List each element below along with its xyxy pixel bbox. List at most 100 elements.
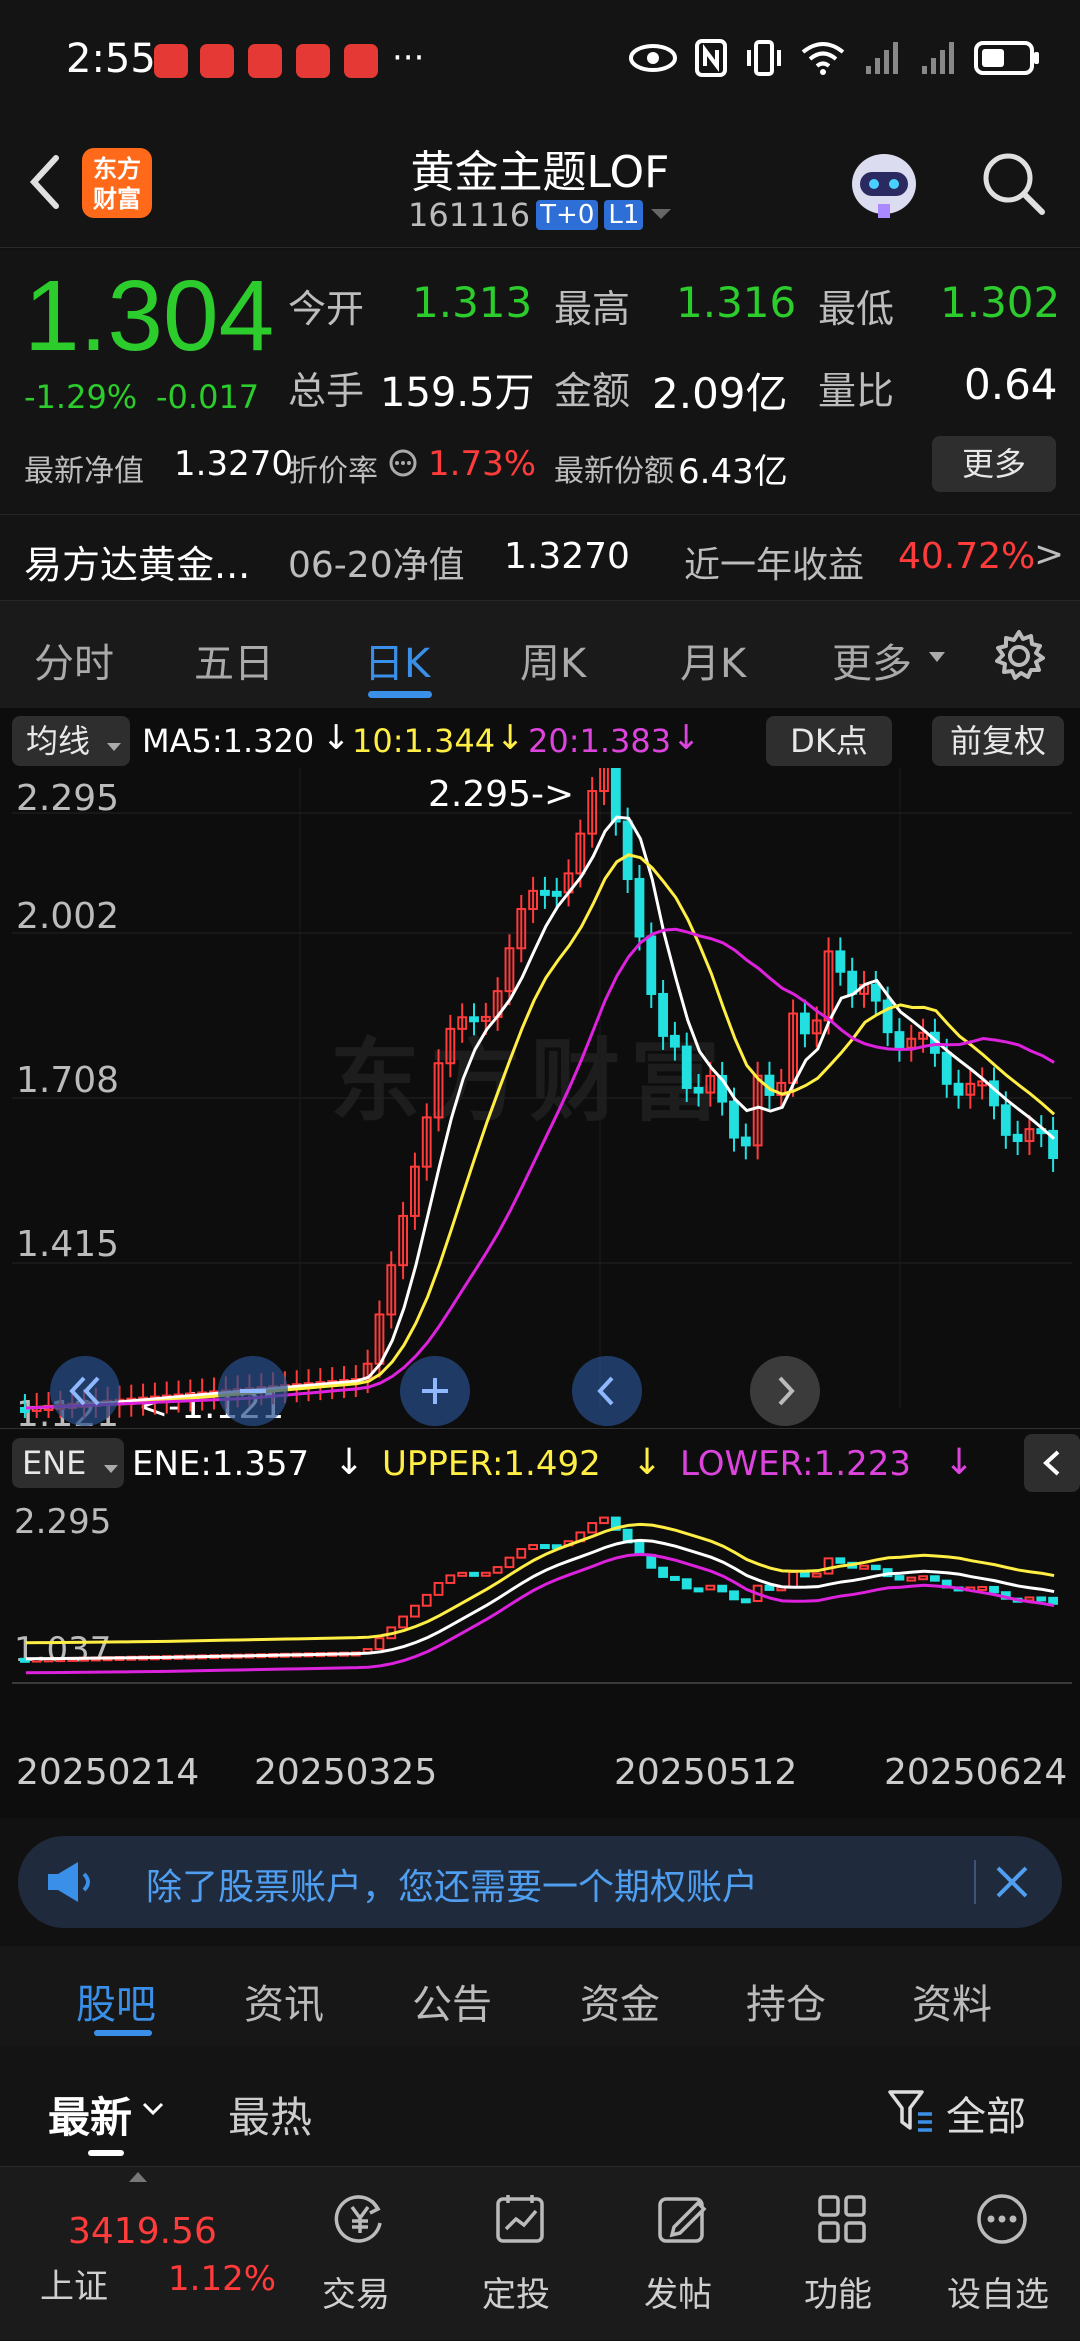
tab-daily-k[interactable]: 日K <box>364 631 430 689</box>
candle <box>622 820 633 881</box>
header: 东方 财富 黄金主题LOF 161116 T+0 L1 <box>0 120 1080 248</box>
tab-intraday[interactable]: 分时 <box>34 631 114 689</box>
notification-icon <box>154 44 188 78</box>
filter-icon[interactable] <box>886 2086 936 2136</box>
ene-candle <box>788 1571 799 1589</box>
kline-chart-area[interactable]: 均线 MA5:1.320 ↓ 10:1.344 ↓ 20:1.383 ↓ DK点… <box>0 708 1080 1818</box>
candle <box>882 999 893 1034</box>
high-value: 1.316 <box>676 278 797 327</box>
ene-chart[interactable] <box>0 1498 1080 1678</box>
sub-indicator-selector[interactable]: ENE <box>12 1438 124 1488</box>
indicator-selector[interactable]: 均线 <box>12 716 130 766</box>
nav-trade[interactable]: 交易 <box>276 2167 436 2341</box>
candle <box>681 1045 692 1089</box>
ene-candle <box>811 1572 822 1578</box>
scroll-left-fast-button[interactable] <box>50 1356 120 1426</box>
fund-row[interactable]: 易方达黄金... 06-20净值 1.3270 近一年收益 40.72% > <box>0 514 1080 600</box>
ene-candle <box>599 1516 609 1525</box>
active-tab-indicator <box>368 691 432 698</box>
nav-add-watchlist[interactable]: 设自选 <box>918 2167 1078 2341</box>
caret-down-icon <box>103 1465 118 1473</box>
x-axis-line <box>12 1682 1072 1684</box>
tab-monthly-k[interactable]: 月K <box>680 631 746 689</box>
nav-value: 1.3270 <box>174 444 293 484</box>
more-button[interactable]: 更多 <box>932 436 1056 492</box>
tab-fund-flow[interactable]: 资金 <box>580 1972 660 2030</box>
ene-candle <box>410 1604 420 1618</box>
sort-latest[interactable]: 最新 <box>48 2084 132 2145</box>
divider <box>974 1860 976 1904</box>
tab-holdings[interactable]: 持仓 <box>746 1972 826 2030</box>
minus-icon <box>240 1389 266 1393</box>
nav-post[interactable]: 发帖 <box>598 2167 758 2341</box>
nav-invest-plan[interactable]: 定投 <box>436 2167 596 2341</box>
notification-icon <box>248 44 282 78</box>
ene-candle <box>433 1581 444 1596</box>
ene-candle <box>705 1584 716 1591</box>
low-label: 最低 <box>818 287 895 331</box>
ene-candle <box>374 1637 385 1651</box>
zoom-in-button[interactable] <box>400 1356 470 1426</box>
double-chevron-left-icon <box>69 1376 100 1406</box>
yearly-return-label: 近一年收益 <box>684 545 865 586</box>
ene-candle <box>670 1575 680 1581</box>
dk-point-button[interactable]: DK点 <box>766 716 892 766</box>
index-ticker[interactable]: 3419.56 上证 1.12% <box>0 2167 290 2341</box>
ene-candle <box>1036 1596 1047 1602</box>
plus-icon <box>422 1378 448 1404</box>
tab-five-day[interactable]: 五日 <box>194 631 274 689</box>
arrow-down-icon: ↓ <box>944 1442 975 1483</box>
collapse-panel-button[interactable] <box>1024 1434 1080 1492</box>
robot-assistant-icon[interactable] <box>842 142 926 226</box>
volume-ratio-label: 量比 <box>818 369 895 413</box>
nav-functions[interactable]: 功能 <box>758 2167 918 2341</box>
code-row[interactable]: 161116 T+0 L1 <box>408 196 673 234</box>
index-change: 1.12% <box>168 2259 277 2299</box>
more-notifications: ··· <box>392 38 425 78</box>
candle <box>740 1136 751 1147</box>
nav-label: 最新净值 <box>24 454 144 489</box>
ene-candle <box>977 1585 988 1591</box>
tab-more[interactable]: 更多 <box>832 631 912 689</box>
gear-icon[interactable] <box>992 629 1046 683</box>
ene-candle <box>516 1548 527 1559</box>
signal-icon <box>922 42 954 74</box>
tab-guba[interactable]: 股吧 <box>76 1972 156 2030</box>
adjust-button[interactable]: 前复权 <box>932 716 1064 766</box>
discount-value: 1.73% <box>428 444 537 484</box>
candlestick-chart[interactable] <box>0 768 1080 1418</box>
tab-profile[interactable]: 资料 <box>912 1972 992 2030</box>
tab-announcements[interactable]: 公告 <box>412 1972 492 2030</box>
ene-candle <box>906 1576 917 1582</box>
volume-label: 总手 <box>288 369 365 413</box>
sub-indicator-label: ENE <box>22 1444 87 1482</box>
grid-icon <box>818 2195 866 2243</box>
ene-candle <box>835 1557 846 1564</box>
signal-icon <box>866 42 898 74</box>
chevron-left-icon <box>597 1376 614 1406</box>
scroll-right-button[interactable] <box>750 1356 820 1426</box>
candle <box>646 935 657 995</box>
scroll-left-button[interactable] <box>572 1356 642 1426</box>
close-icon[interactable] <box>988 1858 1036 1906</box>
zoom-out-button[interactable] <box>218 1356 288 1426</box>
chart-calendar-icon <box>496 2195 544 2243</box>
ene-candle <box>658 1566 669 1578</box>
ma20-value: 20:1.383 <box>528 722 672 760</box>
candle <box>540 889 550 896</box>
candle <box>1012 1133 1023 1143</box>
yearly-return-value: 40.72% <box>898 536 1036 577</box>
option-account-banner[interactable]: 除了股票账户，您还需要一个期权账户 <box>18 1836 1062 1928</box>
nav-label: 设自选 <box>947 2275 1049 2315</box>
nav-label: 发帖 <box>644 2275 712 2315</box>
search-icon[interactable] <box>978 148 1048 218</box>
fund-nav: 1.3270 <box>504 536 630 577</box>
tab-weekly-k[interactable]: 周K <box>520 631 586 689</box>
tab-news[interactable]: 资讯 <box>244 1972 324 2030</box>
ene-candle <box>894 1575 905 1581</box>
info-icon[interactable] <box>388 448 418 478</box>
filter-label[interactable]: 全部 <box>946 2084 1026 2142</box>
sort-hot[interactable]: 最热 <box>228 2084 312 2145</box>
ma10-value: 10:1.344 <box>352 722 496 760</box>
chevron-left-icon <box>1043 1450 1060 1476</box>
